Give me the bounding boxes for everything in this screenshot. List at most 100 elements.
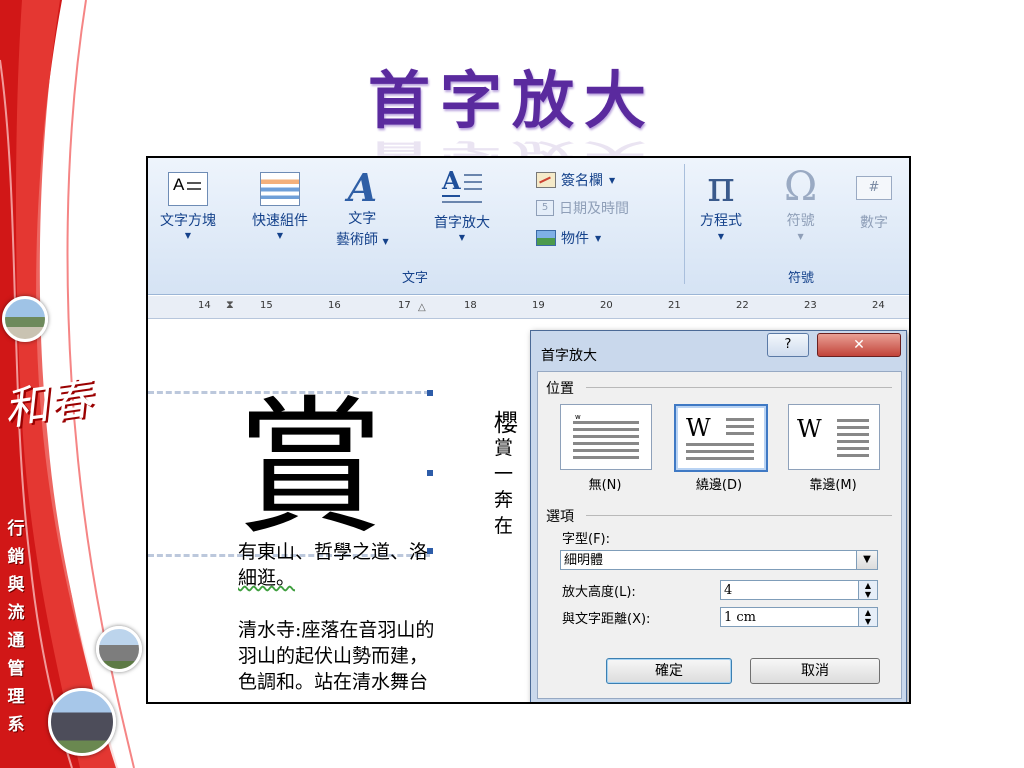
font-value: 細明體 [564, 553, 604, 568]
ruler-tick: 22 [736, 300, 749, 311]
page-title: 首字放大 [367, 64, 656, 137]
ruler[interactable]: 14 ⧗ 15 16 17 △ 18 19 20 21 22 23 24 [148, 296, 909, 319]
chevron-down-icon: ▼ [595, 233, 602, 243]
document-line: 在 [494, 515, 514, 537]
ruler-tick: 20 [600, 300, 613, 311]
side-char: 與 [7, 575, 25, 595]
lines-to-drop-input[interactable]: 4 ▲ ▼ [720, 580, 878, 600]
text-box-button[interactable]: A 文字方塊 ▼ [160, 172, 216, 240]
side-char: 流 [7, 603, 25, 623]
object-button[interactable]: 物件 ▼ [536, 228, 601, 248]
word-screenshot: A 文字方塊 ▼ 快速組件 ▼ A 文字 藝術師 ▼ A 首字放大 ▼ 簽名欄 … [146, 156, 911, 704]
equation-button[interactable]: π 方程式 ▼ [700, 162, 742, 242]
document-line: 一 [494, 463, 514, 485]
signature-line-button[interactable]: 簽名欄 ▼ [536, 170, 615, 190]
chevron-down-icon: ▼ [717, 232, 725, 241]
font-label: 字型(F): [562, 532, 611, 547]
svg-text:W: W [686, 414, 711, 442]
number-icon: # [856, 176, 892, 200]
ruler-tick: 15 [260, 300, 273, 311]
help-button[interactable]: ? [767, 333, 809, 357]
ruler-tick: 23 [804, 300, 817, 311]
position-dropped-option[interactable]: W [674, 404, 768, 472]
position-none-label: 無(N) [588, 478, 622, 493]
document-line: 賞 [494, 437, 514, 459]
position-margin-label: 靠邊(M) [809, 478, 857, 493]
resize-handle[interactable] [427, 470, 433, 476]
document-line: 羽山的起伏山勢而建， [238, 645, 429, 667]
side-char: 系 [7, 715, 25, 735]
chevron-down-icon: ▼ [609, 175, 616, 185]
wordart-label-line1: 文字 [348, 211, 377, 227]
side-char: 通 [7, 631, 25, 651]
document-line: 色調和。站在清水舞台 [238, 671, 429, 693]
font-select[interactable]: 細明體 ▼ [560, 550, 878, 570]
side-char: 銷 [7, 547, 25, 567]
group-label-text: 文字 [402, 271, 429, 286]
drop-cap-frame[interactable]: 賞 [148, 382, 433, 557]
chevron-down-icon[interactable]: ▼ [856, 551, 877, 569]
divider [586, 515, 892, 516]
number-label: 數字 [860, 215, 888, 231]
wordart-label-line2: 藝術師 ▼ [336, 232, 389, 248]
dialog-title: 首字放大 [541, 348, 597, 364]
date-time-icon: 5 [536, 200, 554, 216]
position-none-icon: w [573, 413, 639, 459]
ruler-tick: 17 [398, 300, 411, 311]
text-box-label: 文字方塊 [160, 213, 216, 229]
symbol-icon: Ω [784, 164, 818, 210]
position-margin-option[interactable]: W [788, 404, 880, 470]
resize-handle[interactable] [427, 390, 433, 396]
wordart-button[interactable]: A 文字 藝術師 ▼ [336, 168, 389, 249]
object-icon [536, 230, 556, 246]
divider [586, 387, 892, 388]
position-margin-icon: W [797, 415, 869, 457]
drop-cap-button[interactable]: A 首字放大 ▼ [434, 166, 490, 242]
tab-marker[interactable]: △ [418, 302, 426, 313]
document-line: 清水寺:座落在音羽山的 [238, 619, 435, 641]
symbol-button[interactable]: Ω 符號 ▼ [784, 164, 817, 241]
equation-icon: π [707, 162, 735, 211]
lines-to-drop-value: 4 [724, 583, 733, 598]
chevron-down-icon: ▼ [276, 231, 284, 240]
campus-photo-2 [96, 626, 142, 672]
date-time-button[interactable]: 5 日期及時間 [536, 198, 629, 218]
campus-photo-3 [48, 688, 116, 756]
document-line: 有東山、哲學之道、洛 [238, 541, 429, 563]
document-line: 奔 [494, 489, 514, 511]
distance-from-text-input[interactable]: 1 cm ▲ ▼ [720, 607, 878, 627]
chevron-down-icon: ▼ [184, 231, 192, 240]
svg-text:w: w [575, 413, 581, 421]
ok-button[interactable]: 確定 [606, 658, 732, 684]
text-box-icon: A [168, 172, 208, 206]
side-char: 管 [7, 659, 25, 679]
position-dropped-icon: W [686, 414, 754, 460]
spinner-icon[interactable]: ▲ ▼ [858, 581, 877, 599]
drop-cap-character: 賞 [236, 382, 384, 554]
side-char: 行 [7, 519, 25, 539]
department-name-vertical: 行 銷 與 流 通 管 理 系 [4, 515, 28, 739]
quick-parts-label: 快速組件 [252, 213, 308, 229]
quick-parts-button[interactable]: 快速組件 ▼ [252, 172, 308, 240]
equation-label: 方程式 [700, 213, 742, 229]
position-none-option[interactable]: w [560, 404, 652, 470]
ruler-tick: 19 [532, 300, 545, 311]
spinner-icon[interactable]: ▲ ▼ [858, 608, 877, 626]
symbol-label: 符號 [786, 213, 815, 229]
close-button[interactable]: ✕ [817, 333, 901, 357]
ruler-tick: 18 [464, 300, 477, 311]
cancel-button[interactable]: 取消 [750, 658, 880, 684]
position-section-label: 位置 [546, 381, 574, 397]
wordart-icon: A [347, 165, 378, 210]
number-button[interactable]: # 數字 [856, 176, 892, 232]
lines-to-drop-label: 放大高度(L): [562, 585, 636, 600]
side-char: 理 [7, 687, 25, 707]
indent-marker[interactable]: ⧗ [226, 298, 234, 312]
ruler-tick: 24 [872, 300, 885, 311]
ribbon: A 文字方塊 ▼ 快速組件 ▼ A 文字 藝術師 ▼ A 首字放大 ▼ 簽名欄 … [148, 158, 909, 295]
ruler-tick: 14 [198, 300, 211, 311]
ruler-tick: 16 [328, 300, 341, 311]
quick-parts-icon [260, 172, 300, 206]
chevron-down-icon: ▼ [382, 237, 389, 246]
distance-from-text-label: 與文字距離(X): [562, 612, 651, 627]
